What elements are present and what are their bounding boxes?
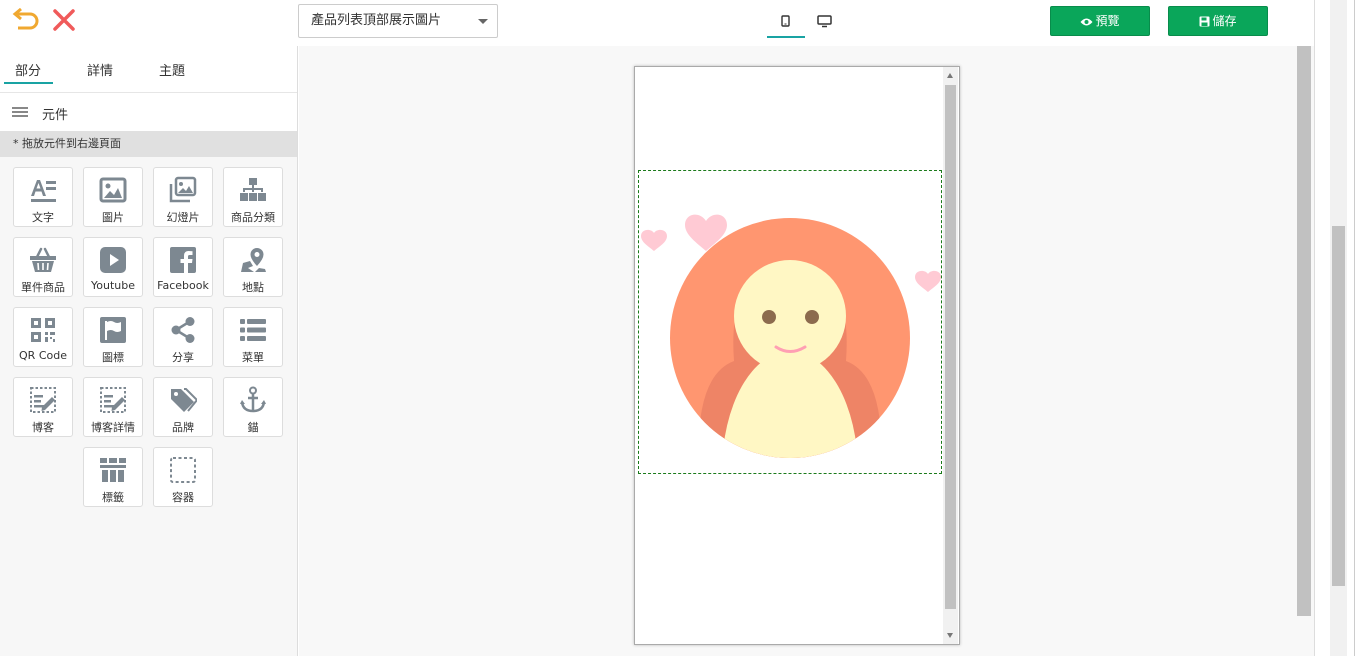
save-label: 儲存 [1212, 14, 1237, 28]
component-category[interactable]: 商品分類 [223, 167, 283, 227]
flag-icon [100, 317, 126, 343]
mobile-icon [781, 15, 790, 27]
component-label: QR Code [19, 349, 67, 362]
slideshow-icon [169, 176, 197, 203]
component-label: 菜單 [242, 351, 264, 364]
map-pin-icon [241, 248, 266, 272]
tags-icon [171, 388, 197, 412]
category-icon [240, 178, 266, 201]
component-container[interactable]: 容器 [153, 447, 213, 507]
floppy-icon [1199, 16, 1210, 27]
component-brand[interactable]: 品牌 [153, 377, 213, 437]
heart-decoration [641, 229, 667, 251]
preview-label: 預覽 [1095, 14, 1120, 28]
component-tabs[interactable]: 標籤 [83, 447, 143, 507]
scroll-thumb[interactable] [1332, 226, 1345, 586]
facebook-icon [170, 247, 196, 273]
close-icon[interactable] [52, 8, 76, 32]
component-label: 品牌 [172, 421, 194, 434]
chevron-down-icon [478, 19, 488, 24]
component-label: 圖標 [102, 351, 124, 364]
tab-detail[interactable]: 詳情 [87, 60, 113, 79]
component-label: 分享 [172, 351, 194, 364]
component-text[interactable]: 文字 [13, 167, 73, 227]
component-location[interactable]: 地點 [223, 237, 283, 297]
text-icon [31, 180, 56, 202]
component-blog[interactable]: 博客 [13, 377, 73, 437]
component-label: 文字 [32, 211, 54, 224]
window-edge [1354, 0, 1359, 656]
blog-detail-icon [100, 387, 126, 413]
selected-image-block[interactable] [638, 170, 942, 474]
component-label: 商品分類 [231, 211, 275, 224]
blog-icon [30, 387, 56, 413]
menu-icon [12, 107, 28, 118]
heart-decoration [915, 270, 941, 292]
page-scrollbar[interactable] [1314, 0, 1359, 656]
component-slideshow[interactable]: 幻燈片 [153, 167, 213, 227]
preview-scrollbar[interactable] [943, 67, 958, 644]
component-label: 容器 [172, 491, 194, 504]
section-title: 元件 [42, 108, 69, 123]
component-single-product[interactable]: 單件商品 [13, 237, 73, 297]
component-label: 幻燈片 [166, 211, 200, 224]
scroll-down-icon[interactable] [947, 633, 953, 638]
active-tab-indicator [4, 82, 53, 84]
image-icon [99, 177, 127, 203]
component-label: Facebook [157, 279, 209, 292]
component-image[interactable]: 圖片 [83, 167, 143, 227]
youtube-icon [100, 247, 126, 273]
desktop-icon [817, 15, 832, 28]
basket-icon [30, 247, 56, 272]
list-icon [240, 319, 266, 341]
container-icon [170, 457, 196, 483]
canvas-scrollbar[interactable] [1297, 46, 1311, 616]
component-anchor[interactable]: 錨 [223, 377, 283, 437]
top-toolbar: 產品列表頂部展示圖片 預覽 儲存 [0, 0, 1314, 46]
component-label: 博客詳情 [91, 421, 135, 434]
anchor-icon [240, 386, 266, 413]
save-button[interactable]: 儲存 [1168, 6, 1268, 36]
tab-part[interactable]: 部分 [15, 60, 41, 79]
share-icon [171, 317, 195, 343]
qr-code-icon [31, 318, 55, 342]
avatar-illustration [641, 214, 941, 458]
eye-icon [1080, 18, 1093, 25]
components-section-header[interactable]: 元件 [0, 93, 297, 131]
panel-tabs: 部分 詳情 主題 [0, 46, 297, 93]
device-desktop-button[interactable] [809, 8, 839, 38]
scroll-thumb[interactable] [945, 85, 956, 609]
device-mobile-button[interactable] [767, 8, 805, 38]
preview-button[interactable]: 預覽 [1050, 6, 1150, 36]
scroll-up-icon[interactable] [947, 73, 953, 78]
components-panel: 部分 詳情 主題 元件 * 拖放元件到右邊頁面 文字 圖片 幻燈片 商品分類 單… [0, 46, 298, 656]
component-label: 單件商品 [21, 281, 65, 294]
tab-theme[interactable]: 主題 [159, 60, 185, 79]
page-select-value: 產品列表頂部展示圖片 [311, 13, 442, 28]
component-share[interactable]: 分享 [153, 307, 213, 367]
tabs-icon [100, 458, 126, 482]
editor-canvas [299, 46, 1314, 656]
component-label: 圖片 [102, 211, 124, 224]
component-label: 錨 [247, 421, 259, 434]
undo-icon[interactable] [12, 8, 40, 32]
mobile-preview-frame[interactable] [634, 66, 960, 645]
component-label: 博客 [32, 421, 54, 434]
component-label: Youtube [91, 279, 135, 292]
drag-hint: * 拖放元件到右邊頁面 [0, 131, 297, 157]
component-menu[interactable]: 菜單 [223, 307, 283, 367]
component-youtube[interactable]: Youtube [83, 237, 143, 297]
component-label: 地點 [242, 281, 264, 294]
component-facebook[interactable]: Facebook [153, 237, 213, 297]
component-qr-code[interactable]: QR Code [13, 307, 73, 367]
component-label: 標籤 [102, 491, 124, 504]
component-blog-detail[interactable]: 博客詳情 [83, 377, 143, 437]
page-select-dropdown[interactable]: 產品列表頂部展示圖片 [298, 4, 498, 38]
component-icon[interactable]: 圖標 [83, 307, 143, 367]
